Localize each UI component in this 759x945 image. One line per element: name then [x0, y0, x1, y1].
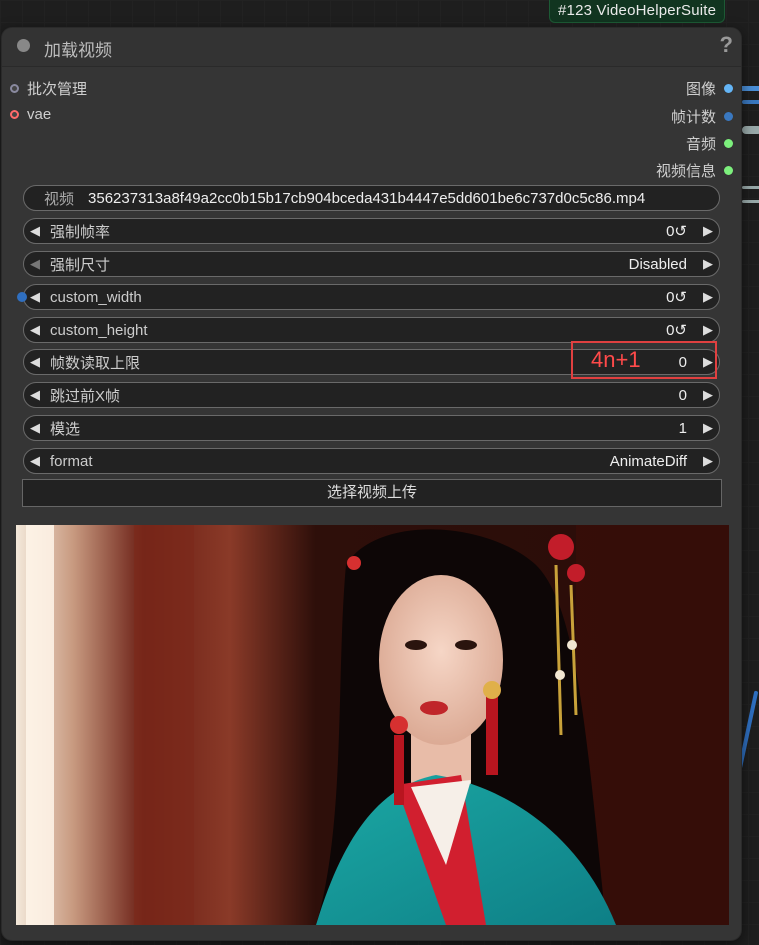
widget-value: 0↺ [666, 223, 687, 240]
decrement-arrow-icon[interactable]: ◀ [30, 322, 46, 338]
output-label: 音频 [685, 136, 716, 153]
video-filename: 356237313a8f49a2cc0b15b17cb904bceda431b4… [88, 189, 646, 207]
connection-wire [742, 200, 759, 203]
increment-arrow-icon[interactable]: ▶ [697, 420, 713, 436]
decrement-arrow-icon[interactable]: ◀ [30, 256, 46, 272]
output-slot-image[interactable]: 图像 [686, 78, 733, 99]
load-video-node[interactable]: 加载视频 ? 批次管理 vae 图像 帧计数 音频 视频信息 视频 356237… [2, 28, 741, 940]
output-label: 帧计数 [670, 109, 716, 126]
widget-label: custom_width [50, 288, 142, 306]
output-label: 视频信息 [655, 163, 716, 180]
output-slot-video-info[interactable]: 视频信息 [656, 160, 733, 181]
output-dot-icon[interactable] [724, 139, 733, 148]
widget-input-dot-icon[interactable] [17, 292, 27, 302]
widget-value: AnimateDiff [609, 452, 687, 470]
input-dot-icon[interactable] [10, 110, 19, 119]
help-icon[interactable]: ? [720, 32, 733, 58]
node-title-bar[interactable]: 加载视频 ? [2, 28, 741, 67]
skip-first-frames-widget[interactable]: ◀ 跳过前X帧 0 ▶ [23, 382, 720, 408]
force-size-widget[interactable]: ◀ 强制尺寸 Disabled ▶ [23, 251, 720, 277]
video-preview[interactable] [16, 525, 729, 925]
output-dot-icon[interactable] [724, 84, 733, 93]
widget-label: 强制帧率 [50, 223, 111, 241]
input-dot-icon[interactable] [10, 84, 19, 93]
input-slot-vae[interactable]: vae [10, 106, 51, 123]
decrement-arrow-icon[interactable]: ◀ [30, 354, 46, 370]
node-title: 加载视频 [44, 41, 112, 60]
increment-arrow-icon[interactable]: ▶ [697, 322, 713, 338]
custom-width-widget[interactable]: ◀ custom_width 0↺ ▶ [17, 284, 720, 310]
decrement-arrow-icon[interactable]: ◀ [30, 289, 46, 305]
connection-wire [738, 86, 759, 91]
force-rate-widget[interactable]: ◀ 强制帧率 0↺ ▶ [23, 218, 720, 244]
connection-wire [742, 100, 759, 104]
output-slot-frame-count[interactable]: 帧计数 [671, 106, 733, 127]
custom-height-widget[interactable]: ◀ custom_height 0↺ ▶ [23, 317, 720, 343]
widget-value: 0↺ [666, 289, 687, 306]
increment-arrow-icon[interactable]: ▶ [697, 289, 713, 305]
video-file-combo[interactable]: 视频 356237313a8f49a2cc0b15b17cb904bceda43… [23, 185, 720, 211]
widget-value: 1 [678, 419, 687, 437]
input-slot-batch-manager[interactable]: 批次管理 [10, 78, 87, 99]
annotation-box: 4n+1 [571, 341, 717, 379]
output-label: 图像 [685, 81, 716, 98]
widget-value: 0↺ [666, 322, 687, 339]
decrement-arrow-icon[interactable]: ◀ [30, 420, 46, 436]
decrement-arrow-icon[interactable]: ◀ [30, 453, 46, 469]
widget-label: 跳过前X帧 [50, 387, 121, 405]
widget-label: 强制尺寸 [50, 256, 111, 274]
widget-label: 视频 [44, 190, 75, 208]
increment-arrow-icon[interactable]: ▶ [697, 256, 713, 272]
connection-wire [742, 126, 759, 134]
connection-wire [742, 186, 759, 189]
input-label: vae [27, 106, 52, 123]
decrement-arrow-icon[interactable]: ◀ [30, 223, 46, 239]
decrement-arrow-icon[interactable]: ◀ [30, 387, 46, 403]
upload-video-button[interactable]: 选择视频上传 [22, 479, 722, 507]
output-dot-icon[interactable] [724, 112, 733, 121]
select-every-nth-widget[interactable]: ◀ 模选 1 ▶ [23, 415, 720, 441]
input-label: 批次管理 [27, 81, 88, 98]
collapse-dot-icon[interactable] [17, 39, 30, 52]
output-slot-audio[interactable]: 音频 [686, 133, 733, 154]
output-dot-icon[interactable] [724, 166, 733, 175]
increment-arrow-icon[interactable]: ▶ [697, 453, 713, 469]
widget-label: custom_height [50, 321, 148, 339]
widget-label: 模选 [50, 420, 81, 438]
widget-value: Disabled [628, 255, 687, 273]
format-widget[interactable]: ◀ format AnimateDiff ▶ [23, 448, 720, 474]
node-badge: #123 VideoHelperSuite [549, 0, 726, 23]
preview-frame-image [16, 525, 729, 925]
widget-value: 0 [678, 386, 687, 404]
increment-arrow-icon[interactable]: ▶ [697, 223, 713, 239]
increment-arrow-icon[interactable]: ▶ [697, 387, 713, 403]
widget-label: format [50, 452, 93, 470]
